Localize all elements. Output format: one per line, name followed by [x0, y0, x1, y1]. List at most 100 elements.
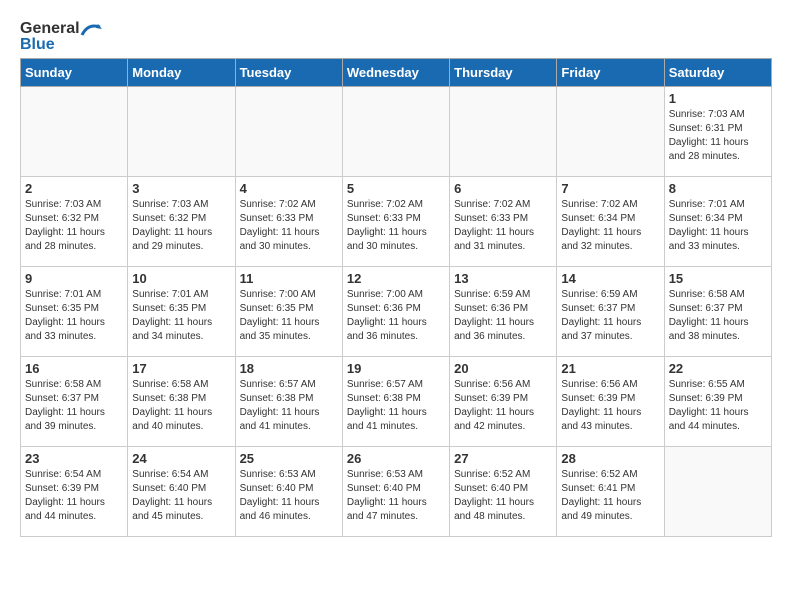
- day-info: Sunrise: 7:00 AM Sunset: 6:35 PM Dayligh…: [240, 288, 338, 344]
- day-number: 24: [132, 451, 230, 466]
- day-number: 15: [669, 271, 767, 286]
- calendar-cell: [235, 87, 342, 177]
- day-number: 14: [561, 271, 659, 286]
- calendar-cell: [342, 87, 449, 177]
- day-info: Sunrise: 6:52 AM Sunset: 6:41 PM Dayligh…: [561, 468, 659, 524]
- day-info: Sunrise: 7:01 AM Sunset: 6:35 PM Dayligh…: [25, 288, 123, 344]
- calendar-cell: [21, 87, 128, 177]
- logo-swoosh-icon: [80, 21, 102, 37]
- week-row-3: 9 Sunrise: 7:01 AM Sunset: 6:35 PM Daylig…: [21, 267, 772, 357]
- calendar-cell: 18Sunrise: 6:57 AM Sunset: 6:38 PM Dayli…: [235, 357, 342, 447]
- day-number: 22: [669, 361, 767, 376]
- day-number: 3: [132, 181, 230, 196]
- calendar-cell: 15 Sunrise: 6:58 AM Sunset: 6:37 PM Dayli…: [664, 267, 771, 357]
- day-info: Sunrise: 6:56 AM Sunset: 6:39 PM Dayligh…: [454, 378, 552, 434]
- day-info: Sunrise: 7:02 AM Sunset: 6:33 PM Dayligh…: [454, 198, 552, 254]
- day-number: 26: [347, 451, 445, 466]
- calendar-cell: 21 Sunrise: 6:56 AM Sunset: 6:39 PM Dayli…: [557, 357, 664, 447]
- day-info: Sunrise: 6:56 AM Sunset: 6:39 PM Dayligh…: [561, 378, 659, 434]
- day-info: Sunrise: 7:02 AM Sunset: 6:33 PM Dayligh…: [240, 198, 338, 254]
- calendar-cell: [450, 87, 557, 177]
- column-header-friday: Friday: [557, 59, 664, 87]
- logo-blue: Blue: [20, 36, 55, 54]
- day-number: 16: [25, 361, 123, 376]
- day-number: 13: [454, 271, 552, 286]
- day-number: 23: [25, 451, 123, 466]
- calendar-cell: 8 Sunrise: 7:01 AM Sunset: 6:34 PM Daylig…: [664, 177, 771, 267]
- calendar-cell: 6 Sunrise: 7:02 AM Sunset: 6:33 PM Daylig…: [450, 177, 557, 267]
- day-number: 19: [347, 361, 445, 376]
- day-info: Sunrise: 6:52 AM Sunset: 6:40 PM Dayligh…: [454, 468, 552, 524]
- day-info: Sunrise: 6:58 AM Sunset: 6:38 PM Dayligh…: [132, 378, 230, 434]
- calendar-cell: 1 Sunrise: 7:03 AM Sunset: 6:31 PM Daylig…: [664, 87, 771, 177]
- calendar-cell: [128, 87, 235, 177]
- day-number: 10: [132, 271, 230, 286]
- calendar-cell: 2 Sunrise: 7:03 AM Sunset: 6:32 PM Daylig…: [21, 177, 128, 267]
- logo: General Blue: [20, 20, 102, 54]
- day-info: Sunrise: 7:02 AM Sunset: 6:33 PM Dayligh…: [347, 198, 445, 254]
- week-row-2: 2 Sunrise: 7:03 AM Sunset: 6:32 PM Daylig…: [21, 177, 772, 267]
- column-header-tuesday: Tuesday: [235, 59, 342, 87]
- day-number: 7: [561, 181, 659, 196]
- calendar-table: SundayMondayTuesdayWednesdayThursdayFrid…: [20, 58, 772, 537]
- day-number: 21: [561, 361, 659, 376]
- day-info: Sunrise: 7:03 AM Sunset: 6:32 PM Dayligh…: [25, 198, 123, 254]
- day-info: Sunrise: 7:03 AM Sunset: 6:31 PM Dayligh…: [669, 108, 767, 164]
- day-number: 5: [347, 181, 445, 196]
- calendar-cell: [664, 447, 771, 537]
- day-number: 11: [240, 271, 338, 286]
- day-info: Sunrise: 6:58 AM Sunset: 6:37 PM Dayligh…: [669, 288, 767, 344]
- day-info: Sunrise: 6:53 AM Sunset: 6:40 PM Dayligh…: [347, 468, 445, 524]
- calendar-cell: 19 Sunrise: 6:57 AM Sunset: 6:38 PM Dayli…: [342, 357, 449, 447]
- day-info: Sunrise: 7:00 AM Sunset: 6:36 PM Dayligh…: [347, 288, 445, 344]
- week-row-4: 16 Sunrise: 6:58 AM Sunset: 6:37 PM Dayli…: [21, 357, 772, 447]
- calendar-cell: 24 Sunrise: 6:54 AM Sunset: 6:40 PM Dayli…: [128, 447, 235, 537]
- day-info: Sunrise: 7:03 AM Sunset: 6:32 PM Dayligh…: [132, 198, 230, 254]
- day-number: 4: [240, 181, 338, 196]
- header: General Blue: [20, 20, 772, 54]
- calendar-cell: 11 Sunrise: 7:00 AM Sunset: 6:35 PM Dayli…: [235, 267, 342, 357]
- day-number: 2: [25, 181, 123, 196]
- day-info: Sunrise: 7:01 AM Sunset: 6:35 PM Dayligh…: [132, 288, 230, 344]
- calendar-cell: 9 Sunrise: 7:01 AM Sunset: 6:35 PM Daylig…: [21, 267, 128, 357]
- week-row-5: 23 Sunrise: 6:54 AM Sunset: 6:39 PM Dayli…: [21, 447, 772, 537]
- calendar-cell: 3 Sunrise: 7:03 AM Sunset: 6:32 PM Daylig…: [128, 177, 235, 267]
- day-number: 17: [132, 361, 230, 376]
- logo-mark: General Blue: [20, 20, 102, 54]
- calendar-cell: [557, 87, 664, 177]
- week-row-1: 1 Sunrise: 7:03 AM Sunset: 6:31 PM Daylig…: [21, 87, 772, 177]
- calendar-cell: 14 Sunrise: 6:59 AM Sunset: 6:37 PM Dayli…: [557, 267, 664, 357]
- calendar-cell: 17 Sunrise: 6:58 AM Sunset: 6:38 PM Dayli…: [128, 357, 235, 447]
- calendar-cell: 25Sunrise: 6:53 AM Sunset: 6:40 PM Dayli…: [235, 447, 342, 537]
- day-info: Sunrise: 6:54 AM Sunset: 6:39 PM Dayligh…: [25, 468, 123, 524]
- calendar-header-row: SundayMondayTuesdayWednesdayThursdayFrid…: [21, 59, 772, 87]
- day-info: Sunrise: 6:58 AM Sunset: 6:37 PM Dayligh…: [25, 378, 123, 434]
- day-number: 18: [240, 361, 338, 376]
- column-header-sunday: Sunday: [21, 59, 128, 87]
- day-number: 8: [669, 181, 767, 196]
- day-number: 20: [454, 361, 552, 376]
- day-number: 1: [669, 91, 767, 106]
- day-number: 25: [240, 451, 338, 466]
- day-number: 9: [25, 271, 123, 286]
- day-info: Sunrise: 6:59 AM Sunset: 6:36 PM Dayligh…: [454, 288, 552, 344]
- day-info: Sunrise: 7:01 AM Sunset: 6:34 PM Dayligh…: [669, 198, 767, 254]
- day-number: 28: [561, 451, 659, 466]
- calendar-cell: 4 Sunrise: 7:02 AM Sunset: 6:33 PM Daylig…: [235, 177, 342, 267]
- column-header-monday: Monday: [128, 59, 235, 87]
- day-info: Sunrise: 6:59 AM Sunset: 6:37 PM Dayligh…: [561, 288, 659, 344]
- calendar-cell: 13 Sunrise: 6:59 AM Sunset: 6:36 PM Dayli…: [450, 267, 557, 357]
- calendar-cell: 16 Sunrise: 6:58 AM Sunset: 6:37 PM Dayli…: [21, 357, 128, 447]
- day-info: Sunrise: 6:54 AM Sunset: 6:40 PM Dayligh…: [132, 468, 230, 524]
- calendar-cell: 27 Sunrise: 6:52 AM Sunset: 6:40 PM Dayli…: [450, 447, 557, 537]
- day-info: Sunrise: 7:02 AM Sunset: 6:34 PM Dayligh…: [561, 198, 659, 254]
- day-number: 6: [454, 181, 552, 196]
- calendar-cell: 26 Sunrise: 6:53 AM Sunset: 6:40 PM Dayli…: [342, 447, 449, 537]
- day-info: Sunrise: 6:57 AM Sunset: 6:38 PM Dayligh…: [347, 378, 445, 434]
- calendar-cell: 10 Sunrise: 7:01 AM Sunset: 6:35 PM Dayli…: [128, 267, 235, 357]
- day-number: 27: [454, 451, 552, 466]
- calendar-cell: 28 Sunrise: 6:52 AM Sunset: 6:41 PM Dayli…: [557, 447, 664, 537]
- day-info: Sunrise: 6:55 AM Sunset: 6:39 PM Dayligh…: [669, 378, 767, 434]
- calendar-cell: 5 Sunrise: 7:02 AM Sunset: 6:33 PM Daylig…: [342, 177, 449, 267]
- calendar-cell: 20 Sunrise: 6:56 AM Sunset: 6:39 PM Dayli…: [450, 357, 557, 447]
